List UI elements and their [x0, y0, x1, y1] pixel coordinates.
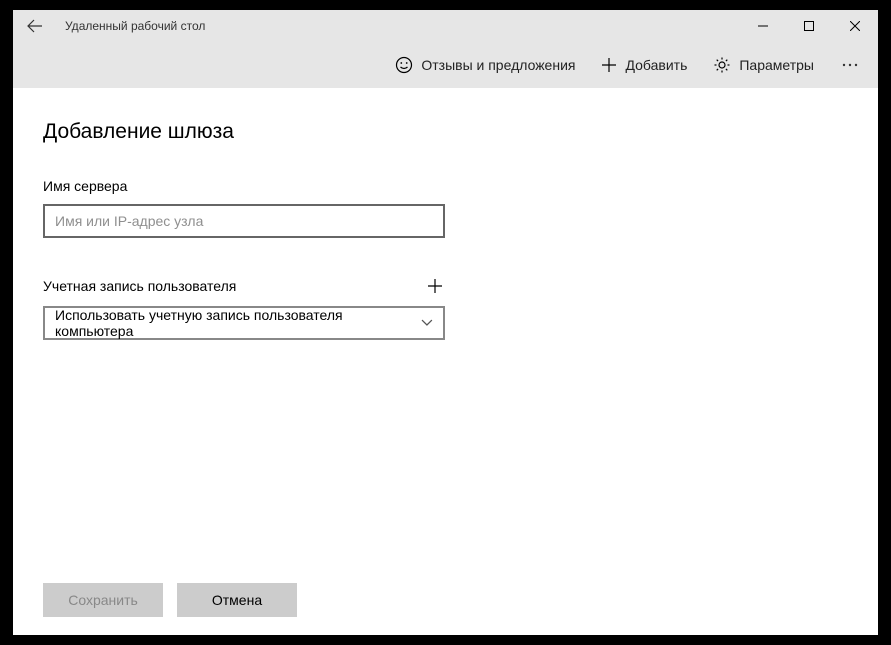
titlebar: Удаленный рабочий стол: [13, 10, 878, 42]
gear-icon: [713, 56, 731, 74]
add-button[interactable]: Добавить: [591, 51, 697, 79]
app-window: Удаленный рабочий стол: [13, 10, 878, 635]
add-label: Добавить: [625, 57, 687, 73]
ellipsis-icon: [842, 63, 858, 67]
server-name-input[interactable]: [43, 204, 445, 238]
save-button[interactable]: Сохранить: [43, 583, 163, 617]
smiley-icon: [395, 56, 413, 74]
settings-label: Параметры: [739, 57, 814, 73]
minimize-icon: [758, 21, 768, 31]
feedback-button[interactable]: Отзывы и предложения: [385, 50, 585, 80]
add-account-button[interactable]: [425, 276, 445, 296]
cancel-button[interactable]: Отмена: [177, 583, 297, 617]
toolbar: Отзывы и предложения Добавить Параметры: [13, 42, 878, 88]
chevron-down-icon: [421, 319, 433, 327]
caption-buttons: [740, 10, 878, 42]
close-icon: [850, 21, 860, 31]
close-button[interactable]: [832, 10, 878, 42]
content-area: Добавление шлюза Имя сервера Учетная зап…: [13, 88, 878, 635]
page-title: Добавление шлюза: [43, 120, 848, 144]
maximize-icon: [804, 21, 814, 31]
back-arrow-icon: [27, 18, 43, 34]
account-header: Учетная запись пользователя: [43, 276, 445, 296]
more-button[interactable]: [830, 45, 870, 85]
settings-button[interactable]: Параметры: [703, 50, 824, 80]
feedback-label: Отзывы и предложения: [421, 57, 575, 73]
back-button[interactable]: [19, 10, 51, 42]
plus-icon: [428, 279, 442, 293]
window-title: Удаленный рабочий стол: [65, 19, 205, 33]
minimize-button[interactable]: [740, 10, 786, 42]
footer-buttons: Сохранить Отмена: [43, 583, 848, 617]
account-selected-value: Использовать учетную запись пользователя…: [55, 307, 421, 339]
maximize-button[interactable]: [786, 10, 832, 42]
server-name-label: Имя сервера: [43, 178, 848, 194]
plus-icon: [601, 57, 617, 73]
account-label: Учетная запись пользователя: [43, 278, 236, 294]
account-dropdown[interactable]: Использовать учетную запись пользователя…: [43, 306, 445, 340]
